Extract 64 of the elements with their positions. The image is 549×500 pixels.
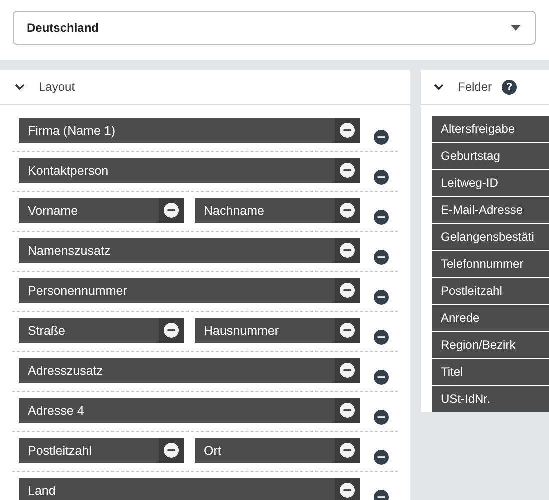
field-label: Adresse 4 <box>28 404 84 418</box>
field-label: Vorname <box>28 204 78 218</box>
remove-icon[interactable] <box>340 443 355 458</box>
field-chip[interactable]: Nachname <box>195 198 360 223</box>
field-label: Straße <box>28 324 66 338</box>
remove-icon[interactable] <box>340 123 355 138</box>
help-icon[interactable]: ? <box>502 80 518 94</box>
field-chip[interactable]: Land <box>19 478 360 500</box>
field-chip[interactable]: Adresszusatz <box>19 358 360 383</box>
remove-icon[interactable] <box>164 203 179 218</box>
remove-row-icon[interactable] <box>374 370 389 385</box>
remove-row-icon[interactable] <box>374 250 389 265</box>
field-chip[interactable]: Adresse 4 <box>19 398 360 423</box>
remove-icon[interactable] <box>340 363 355 378</box>
field-label: Hausnummer <box>204 324 280 338</box>
remove-icon[interactable] <box>164 443 179 458</box>
remove-icon[interactable] <box>340 163 355 178</box>
field-label: Nachname <box>204 204 264 218</box>
field-chip[interactable]: Postleitzahl <box>19 438 184 463</box>
remove-row-icon[interactable] <box>374 330 389 345</box>
field-label: Postleitzahl <box>28 444 92 458</box>
field-item[interactable]: Altersfreigabe <box>432 116 549 142</box>
remove-row-icon[interactable] <box>374 170 389 185</box>
remove-icon[interactable] <box>340 403 355 418</box>
remove-row-icon[interactable] <box>374 130 389 145</box>
field-chip[interactable]: Vorname <box>19 198 184 223</box>
field-label: Namenszusatz <box>28 244 111 258</box>
field-label: Kontaktperson <box>28 164 109 178</box>
panel-title[interactable]: Layout <box>39 78 76 96</box>
field-item[interactable]: Leitweg-ID <box>432 170 549 196</box>
panel-title[interactable]: Felder <box>458 78 492 96</box>
field-chip[interactable]: Ort <box>195 438 360 463</box>
field-label: Land <box>28 484 56 498</box>
field-label: Firma (Name 1) <box>28 124 116 138</box>
remove-icon[interactable] <box>340 203 355 218</box>
remove-icon[interactable] <box>340 243 355 258</box>
field-item[interactable]: Region/Bezirk <box>432 332 549 358</box>
field-label: Personennummer <box>28 284 128 298</box>
remove-row-icon[interactable] <box>374 450 389 465</box>
field-item[interactable]: Gelangensbestäti <box>432 224 549 250</box>
field-item[interactable]: E-Mail-Adresse <box>432 197 549 223</box>
remove-icon[interactable] <box>340 483 355 498</box>
remove-row-icon[interactable] <box>374 290 389 305</box>
field-chip[interactable]: Straße <box>19 318 184 343</box>
field-chip[interactable]: Personennummer <box>19 278 360 303</box>
field-item[interactable]: Titel <box>432 359 549 385</box>
field-chip[interactable]: Namenszusatz <box>19 238 360 263</box>
dropdown-caret-icon <box>511 25 521 31</box>
remove-row-icon[interactable] <box>374 210 389 225</box>
field-chip[interactable]: Hausnummer <box>195 318 360 343</box>
field-item[interactable]: Geburtstag <box>432 143 549 169</box>
country-select[interactable]: Deutschland <box>13 11 536 45</box>
remove-icon[interactable] <box>340 283 355 298</box>
field-label: Adresszusatz <box>28 364 104 378</box>
remove-icon[interactable] <box>340 323 355 338</box>
field-item[interactable]: Telefonnummer <box>432 251 549 277</box>
field-label: Ort <box>204 444 222 458</box>
remove-icon[interactable] <box>164 323 179 338</box>
field-chip[interactable]: Kontaktperson <box>19 158 360 183</box>
field-item[interactable]: USt-IdNr. <box>432 386 549 412</box>
field-chip[interactable]: Firma (Name 1) <box>19 118 360 143</box>
field-item[interactable]: Postleitzahl <box>432 278 549 304</box>
field-item[interactable]: Anrede <box>432 305 549 331</box>
remove-row-icon[interactable] <box>374 410 389 425</box>
